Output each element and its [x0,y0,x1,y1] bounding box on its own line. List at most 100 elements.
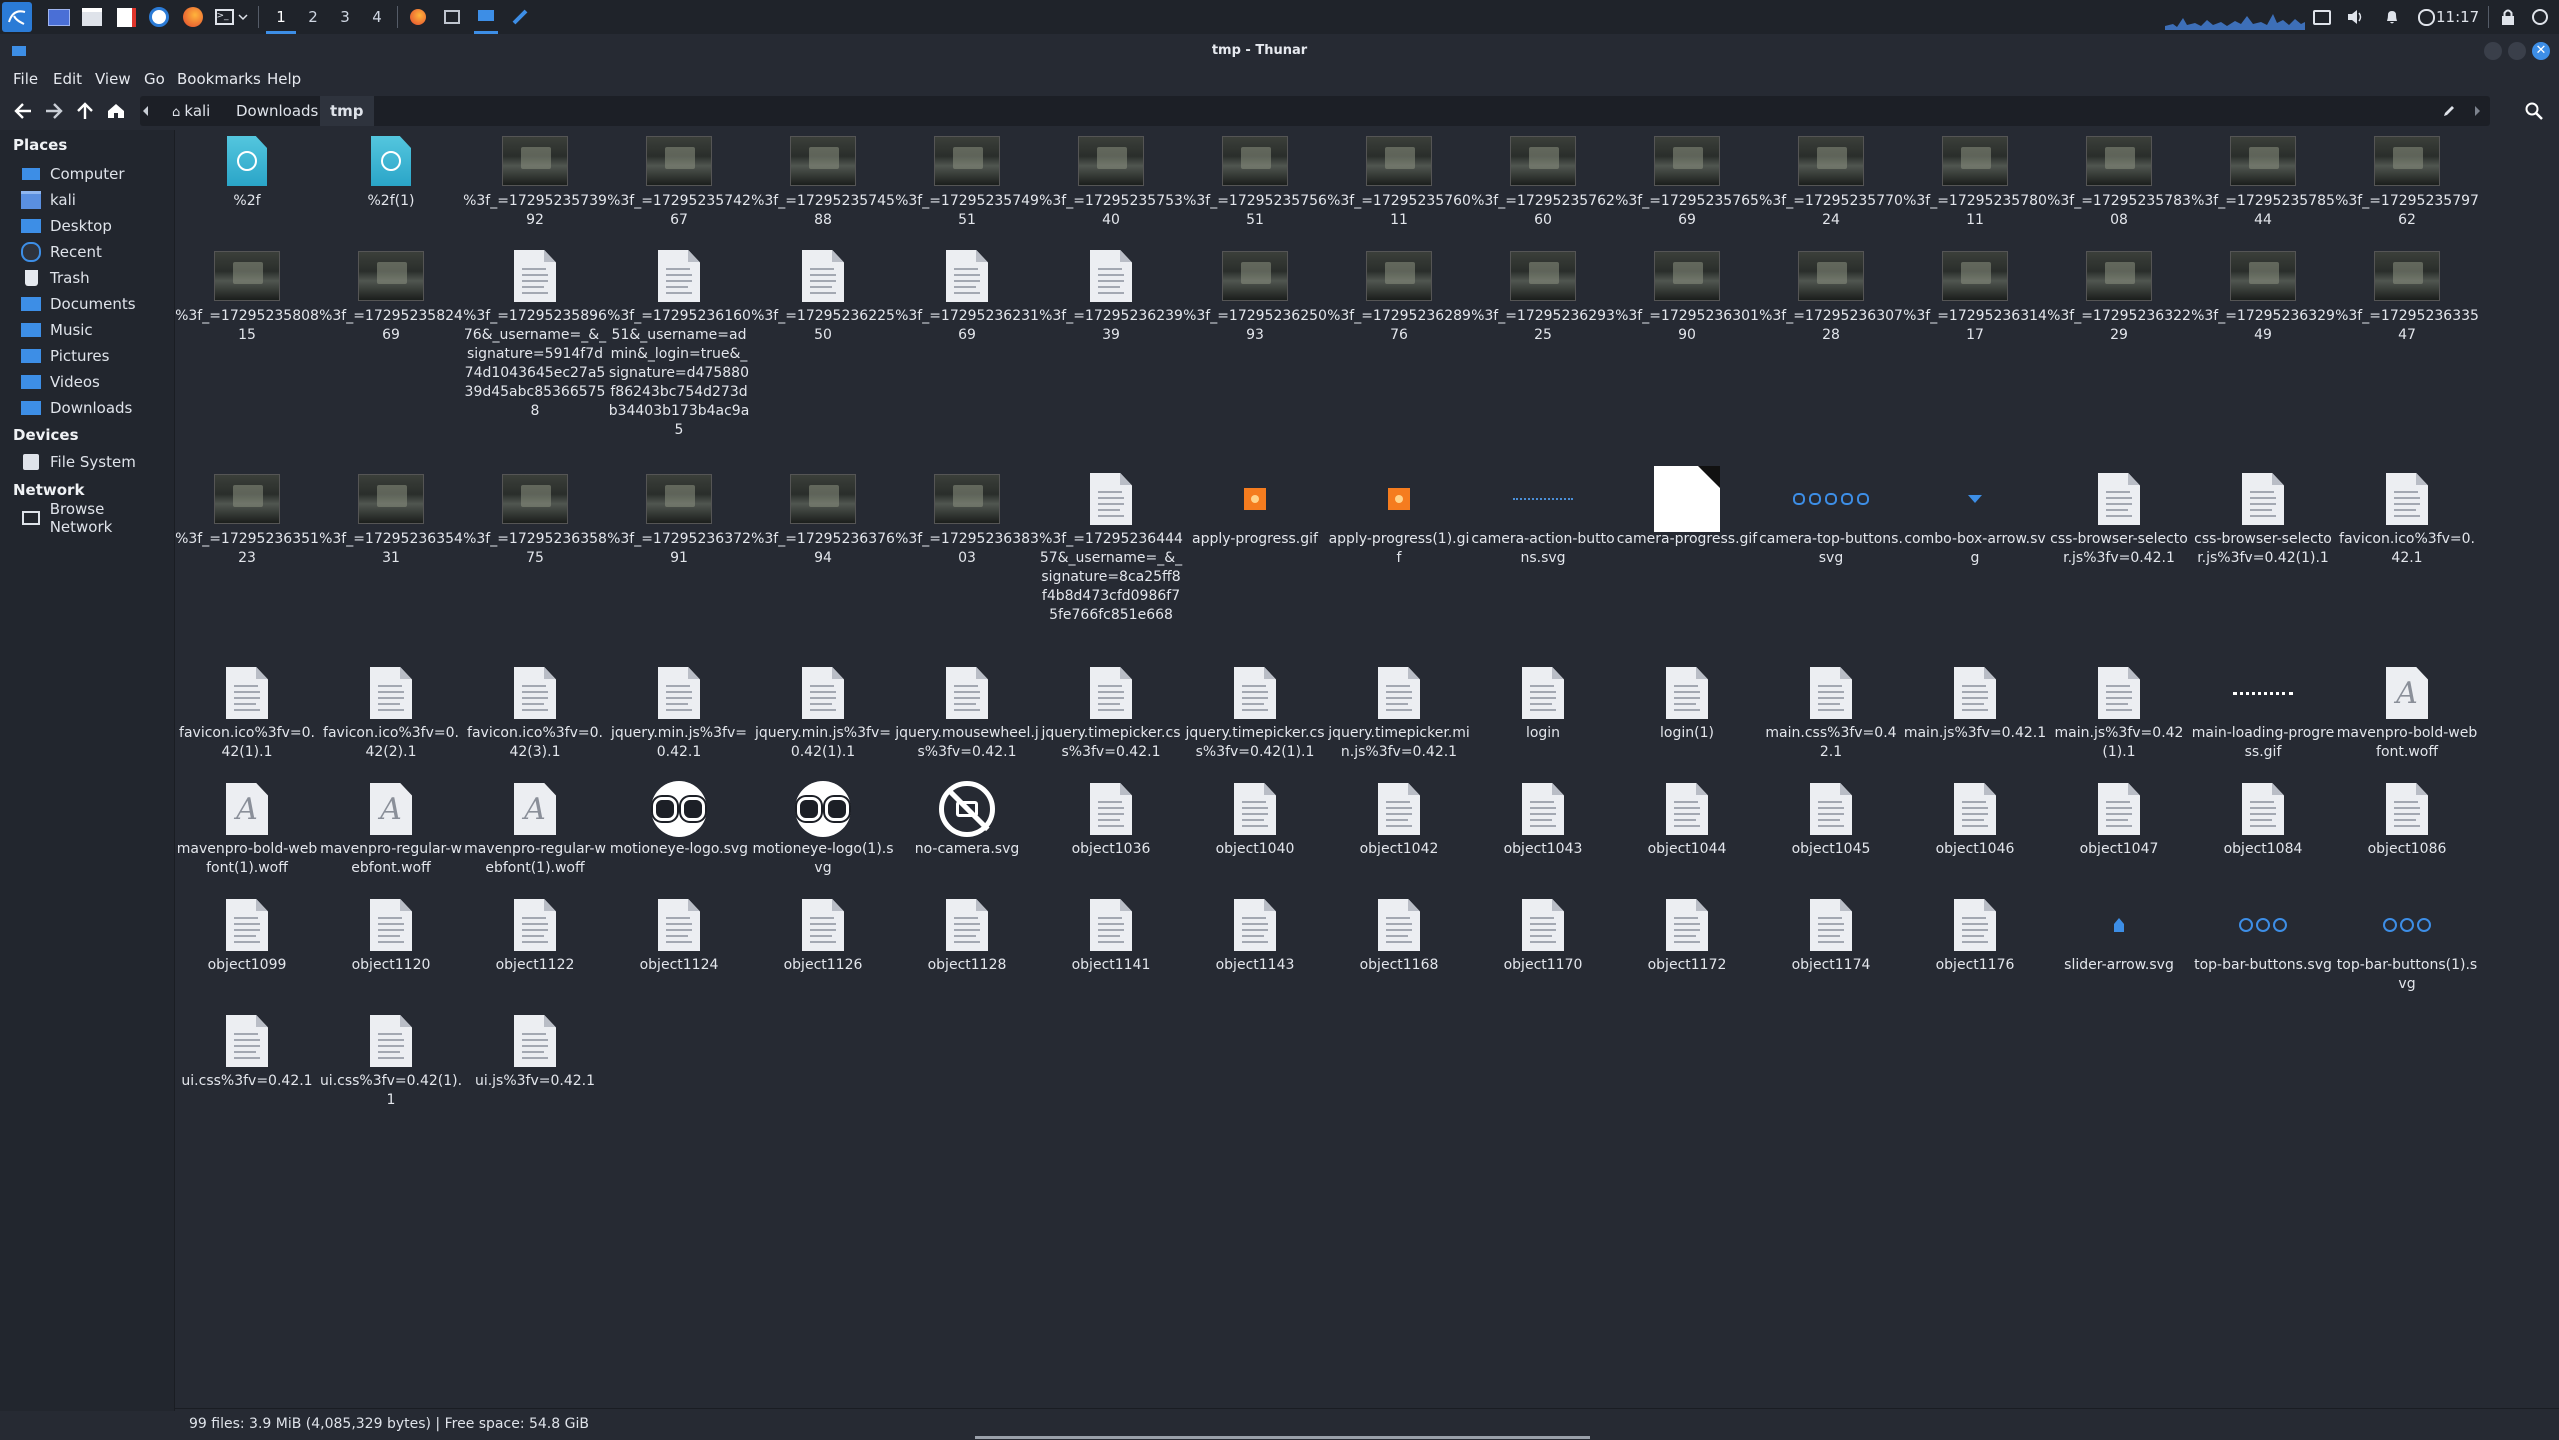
file-item[interactable]: %3f_=1729523576569 [1615,130,1759,230]
file-item[interactable]: object1126 [751,894,895,975]
workspace-1[interactable]: 1 [266,0,296,34]
file-item[interactable]: login(1) [1615,662,1759,743]
file-item[interactable]: main-loading-progress.gif [2191,662,2335,762]
file-item[interactable]: jquery.min.js%3fv=0.42(1).1 [751,662,895,762]
sidebar-item-documents[interactable]: Documents [20,293,170,315]
file-item[interactable]: object1036 [1039,778,1183,859]
settings-icon[interactable] [147,5,171,29]
show-desktop-icon[interactable] [47,5,71,29]
file-item[interactable]: Amavenpro-bold-webfont.woff [2335,662,2479,762]
file-item[interactable]: %3f_=1729523637291 [607,468,751,568]
editor-task-icon[interactable] [508,5,532,29]
workspace-2[interactable]: 2 [298,0,328,34]
terminal-icon[interactable]: >_ [212,5,236,29]
file-item[interactable]: Amavenpro-regular-webfont.woff [319,778,463,878]
file-item[interactable]: motioneye-logo(1).svg [751,778,895,878]
file-item[interactable]: %3f_=1729523623939 [1039,245,1183,345]
file-item[interactable]: apply-progress.gif [1183,468,1327,549]
file-item[interactable]: jquery.timepicker.css%3fv=0.42.1 [1039,662,1183,762]
file-manager-icon[interactable] [80,5,104,29]
file-item[interactable]: object1047 [2047,778,2191,859]
sidebar-item-videos[interactable]: Videos [20,371,170,393]
file-item[interactable]: %3f_=1729523635431 [319,468,463,568]
file-item[interactable]: %3f_=1729523623169 [895,245,1039,345]
up-button[interactable] [72,98,98,124]
file-item[interactable]: main.css%3fv=0.42.1 [1759,662,1903,762]
sidebar-item-music[interactable]: Music [20,319,170,341]
file-item[interactable]: %3f_=1729523635875 [463,468,607,568]
file-item[interactable]: main.js%3fv=0.42(1).1 [2047,662,2191,762]
forward-button[interactable] [41,98,67,124]
menu-view[interactable]: View [95,68,131,90]
window-title-bar[interactable]: tmp - Thunar ✕ [0,34,2559,70]
terminal-task-icon[interactable] [440,5,464,29]
file-item[interactable]: object1174 [1759,894,1903,975]
file-item[interactable]: object1170 [1471,894,1615,975]
breadcrumb-kali[interactable]: ⌂ kali [162,96,220,126]
sidebar-item-browse-network[interactable]: Browse Network [20,500,170,536]
notification-bell-icon[interactable] [2380,5,2404,29]
menu-edit[interactable]: Edit [53,68,82,90]
volume-icon[interactable] [2343,5,2367,29]
file-item[interactable]: css-browser-selector.js%3fv=0.42(1).1 [2191,468,2335,568]
kali-menu-icon[interactable] [2,2,32,32]
file-item[interactable]: %3f_=1729523578011 [1903,130,2047,230]
file-item[interactable]: object1143 [1183,894,1327,975]
file-item[interactable]: %3f_=1729523628976 [1327,245,1471,345]
display-icon[interactable] [2310,5,2334,29]
file-item[interactable]: jquery.timepicker.css%3fv=0.42(1).1 [1183,662,1327,762]
file-item[interactable]: %3f_=1729523579762 [2335,130,2479,230]
file-item[interactable]: object1099 [175,894,319,975]
file-item[interactable]: top-bar-buttons.svg [2191,894,2335,975]
firefox-task-icon[interactable] [406,5,430,29]
file-item[interactable]: apply-progress(1).gif [1327,468,1471,568]
file-item[interactable]: favicon.ico%3fv=0.42(1).1 [175,662,319,762]
file-item[interactable]: no-camera.svg [895,778,1039,859]
firefox-icon[interactable] [181,5,205,29]
file-item[interactable]: login [1471,662,1615,743]
file-item[interactable]: favicon.ico%3fv=0.42(3).1 [463,662,607,762]
thunar-task-icon[interactable] [474,0,498,34]
minimize-button[interactable] [2484,42,2502,60]
maximize-button[interactable] [2508,42,2526,60]
sidebar-item-recent[interactable]: Recent [20,241,170,263]
sidebar-item-computer[interactable]: Computer [20,163,170,185]
file-item[interactable]: %3f_=1729523578544 [2191,130,2335,230]
file-item[interactable]: %2f(1) [319,130,463,211]
file-item[interactable]: object1141 [1039,894,1183,975]
file-item[interactable]: ui.css%3fv=0.42.1 [175,1010,319,1091]
file-item[interactable]: object1042 [1327,778,1471,859]
back-button[interactable] [10,98,36,124]
menu-file[interactable]: File [13,68,38,90]
file-item[interactable]: %3f_=1729523574588 [751,130,895,230]
file-item[interactable]: %3f_=1729523625093 [1183,245,1327,345]
file-item[interactable]: %3f_=1729523629325 [1471,245,1615,345]
sidebar-item-desktop[interactable]: Desktop [20,215,170,237]
file-item[interactable]: motioneye-logo.svg [607,778,751,859]
breadcrumb-tmp[interactable]: tmp [320,96,374,126]
file-item[interactable]: object1043 [1471,778,1615,859]
home-button[interactable] [103,98,129,124]
chevron-down-icon[interactable] [236,5,250,29]
file-item[interactable]: %3f_=1729523644457&_username=_&_signatur… [1039,468,1183,625]
file-icon-view[interactable]: %2f %2f(1) %3f_=1729523573992 %3f_=17295235… [175,130,2559,1405]
breadcrumb-left-arrow-icon[interactable] [140,98,152,124]
file-item[interactable]: object1128 [895,894,1039,975]
file-item[interactable]: %3f_=1729523622550 [751,245,895,345]
file-item[interactable]: Amavenpro-bold-webfont(1).woff [175,778,319,878]
file-item[interactable]: jquery.min.js%3fv=0.42.1 [607,662,751,762]
file-item[interactable]: %3f_=1729523638303 [895,468,1039,568]
sidebar-item-kali[interactable]: kali [20,189,170,211]
file-item[interactable]: %3f_=1729523631417 [1903,245,2047,345]
file-item[interactable]: %3f_=1729523575340 [1039,130,1183,230]
sidebar-item-file-system[interactable]: File System [20,451,170,473]
file-item[interactable]: object1045 [1759,778,1903,859]
file-item[interactable]: object1044 [1615,778,1759,859]
menu-go[interactable]: Go [144,68,165,90]
sidebar-item-pictures[interactable]: Pictures [20,345,170,367]
file-item[interactable]: top-bar-buttons(1).svg [2335,894,2479,994]
edit-location-icon[interactable] [2436,98,2462,124]
file-item[interactable]: camera-progress.gif [1615,466,1759,549]
file-item[interactable]: jquery.timepicker.min.js%3fv=0.42.1 [1327,662,1471,762]
file-item[interactable]: ui.css%3fv=0.42(1).1 [319,1010,463,1110]
